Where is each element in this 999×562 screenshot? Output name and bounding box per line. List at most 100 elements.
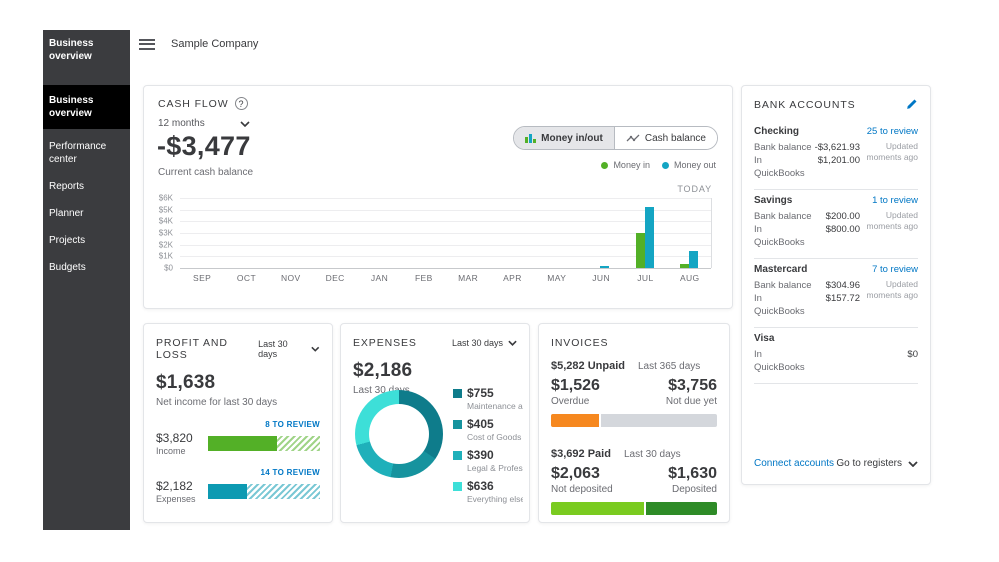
bar[interactable] [600, 266, 609, 268]
not-deposited-amount: $2,063 [551, 465, 613, 483]
bank-account-savings: Savings 1 to review Bank balance In Quic… [754, 195, 918, 249]
expenses-donut[interactable] [355, 390, 443, 478]
bar-group-may[interactable] [534, 198, 578, 268]
legend-label: Cost of Goods Sold [467, 432, 523, 442]
account-name: Savings [754, 195, 792, 206]
bar-group-nov[interactable] [269, 198, 313, 268]
bar[interactable] [636, 233, 645, 268]
cash-balance-caption: Current cash balance [158, 167, 253, 178]
legend-label: Maintenance and ... [467, 401, 523, 411]
sidebar-item-budgets[interactable]: Budgets [43, 254, 130, 281]
bar-group-jun[interactable] [578, 198, 622, 268]
deposited-label: Deposited [668, 484, 717, 495]
cashflow-period-dropdown[interactable]: 12 months [158, 118, 250, 129]
money-inout-toggle-button[interactable]: Money in/out [514, 127, 614, 149]
legend-item: $636 Everything else [453, 479, 523, 504]
cashflow-plot [180, 198, 712, 268]
divider [754, 383, 918, 384]
pnl-period-dropdown[interactable]: Last 30 days [258, 339, 320, 359]
divider [754, 327, 918, 328]
income-row: $3,820 Income [144, 431, 332, 456]
go-to-registers-dropdown[interactable]: Go to registers [836, 458, 918, 469]
sidebar-item-planner[interactable]: Planner [43, 200, 130, 227]
paid-total: $3,692 [551, 448, 585, 460]
not-due-yet-amount: $3,756 [666, 377, 717, 395]
sidebar-item-business-overview[interactable]: Business overview [43, 85, 130, 129]
sidebar-item-reports[interactable]: Reports [43, 173, 130, 200]
row-value: $0 [814, 348, 918, 361]
chevron-down-icon [508, 340, 517, 346]
unpaid-total: $5,282 [551, 360, 585, 372]
expenses-period-dropdown[interactable]: Last 30 days [452, 338, 517, 348]
account-name: Visa [754, 333, 774, 344]
chevron-down-icon [311, 346, 320, 352]
connect-accounts-link[interactable]: Connect accounts [754, 458, 834, 469]
help-icon[interactable]: ? [235, 97, 248, 110]
unpaid-period: Last 365 days [638, 361, 700, 372]
row-value: $157.72 [814, 292, 860, 305]
bar-group-jan[interactable] [357, 198, 401, 268]
expense-legend-swatch [453, 420, 462, 429]
mastercard-review-link[interactable]: 7 to review [872, 264, 918, 275]
income-to-review-label[interactable]: 8 TO REVIEW [156, 420, 320, 429]
net-income-amount: $1,638 [144, 361, 332, 394]
bar-group-sep[interactable] [180, 198, 224, 268]
bank-account-mastercard: Mastercard 7 to review Bank balance In Q… [754, 264, 918, 318]
invoices-paid-bar[interactable] [551, 502, 717, 515]
invoices-unpaid-bar[interactable] [551, 414, 717, 427]
expenses-title: EXPENSES [353, 337, 417, 349]
updated-status: Updated moments ago [866, 141, 918, 180]
cash-balance-toggle-button[interactable]: Cash balance [614, 127, 717, 149]
bar-group-feb[interactable] [401, 198, 445, 268]
y-tick: $2K [159, 240, 173, 249]
cashflow-legend: Money in Money out [601, 160, 716, 170]
bar[interactable] [680, 264, 689, 268]
bar-group-jul[interactable] [623, 198, 667, 268]
y-tick: $5K [159, 205, 173, 214]
bar-group-apr[interactable] [490, 198, 534, 268]
edit-pencil-icon[interactable] [905, 98, 918, 111]
bar[interactable] [645, 207, 654, 268]
top-bar: Sample Company [139, 36, 258, 52]
legend-item: $405 Cost of Goods Sold [453, 417, 523, 442]
updated-status: Updated moments ago [866, 210, 918, 249]
bar-group-mar[interactable] [446, 198, 490, 268]
x-tick: DEC [313, 273, 357, 283]
row-label: In QuickBooks [754, 348, 814, 374]
row-value: $800.00 [814, 223, 860, 236]
x-tick: MAR [446, 273, 490, 283]
row-value: $1,201.00 [814, 154, 860, 167]
invoices-card: INVOICES $5,282 Unpaid Last 365 days $1,… [538, 323, 730, 523]
gridline [180, 268, 711, 269]
expenses-to-review-label[interactable]: 14 TO REVIEW [156, 468, 320, 477]
bar[interactable] [689, 251, 698, 269]
x-tick: JUL [623, 273, 667, 283]
hamburger-menu-icon[interactable] [139, 36, 155, 52]
profit-and-loss-card: PROFIT AND LOSS Last 30 days $1,638 Net … [143, 323, 333, 523]
bar-group-aug[interactable] [667, 198, 711, 268]
income-label: Income [156, 446, 208, 456]
expense-legend-swatch [453, 451, 462, 460]
unpaid-status: Unpaid [588, 360, 625, 372]
pnl-income-bar[interactable] [208, 436, 320, 451]
expenses-total-amount: $2,186 [341, 349, 529, 382]
bank-accounts-list: Checking 25 to review Bank balance In Qu… [754, 122, 918, 389]
not-deposited-label: Not deposited [551, 484, 613, 495]
sidebar-item-performance-center[interactable]: Performance center [43, 133, 130, 173]
checking-review-link[interactable]: 25 to review [867, 126, 918, 137]
bank-accounts-title: BANK ACCOUNTS [754, 99, 856, 111]
cashflow-period-label: 12 months [158, 118, 205, 129]
bar-group-oct[interactable] [224, 198, 268, 268]
row-label: In QuickBooks [754, 223, 814, 249]
pnl-expenses-bar[interactable] [208, 484, 320, 499]
bar-group-dec[interactable] [313, 198, 357, 268]
expenses-legend: $755 Maintenance and ... $405 Cost of Go… [453, 386, 523, 510]
cashflow-view-toggle: Money in/out Cash balance [513, 126, 718, 150]
account-name: Checking [754, 126, 799, 137]
savings-review-link[interactable]: 1 to review [872, 195, 918, 206]
cashflow-card: CASH FLOW ? 12 months Money in/out Cash … [143, 85, 733, 309]
y-tick: $3K [159, 229, 173, 238]
y-tick: $6K [159, 194, 173, 203]
sidebar-item-projects[interactable]: Projects [43, 227, 130, 254]
y-tick: $4K [159, 217, 173, 226]
